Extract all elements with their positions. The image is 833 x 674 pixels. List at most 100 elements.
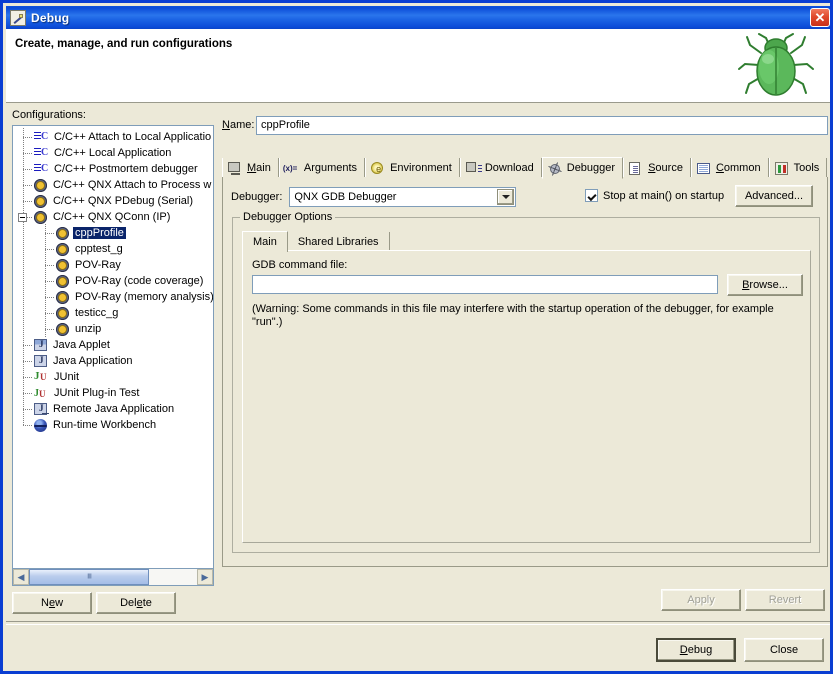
tree-item-c-c-qnx-qconn-ip[interactable]: C/C++ QNX QConn (IP) <box>13 209 214 225</box>
tab-source[interactable]: Source <box>623 158 691 178</box>
revert-button[interactable]: Revert <box>745 589 825 611</box>
tree-item-pov-ray-memory-analysis[interactable]: POV-Ray (memory analysis) <box>13 289 214 305</box>
tree-connector <box>13 289 55 305</box>
gdb-command-file-input[interactable] <box>252 275 718 294</box>
environment-icon-wrap <box>371 161 386 176</box>
tree-item-c-c-local-application[interactable]: C/C++ Local Application <box>13 145 214 161</box>
tree-item-java-applet[interactable]: Java Applet <box>13 337 214 353</box>
name-input[interactable]: cppProfile <box>256 116 828 135</box>
tree-connector <box>13 241 55 257</box>
configurations-tree[interactable]: C/C++ Attach to Local Applicatio C/C++ Lo… <box>12 125 214 569</box>
advanced-button-label: Advanced... <box>745 190 803 202</box>
cpp-icon <box>33 129 49 145</box>
scroll-right-icon[interactable]: ▶ <box>197 569 213 585</box>
tab-label: Debugger <box>567 162 615 174</box>
delete-button[interactable]: Delete <box>96 592 176 614</box>
tree-item-cpptest-g[interactable]: cpptest_g <box>13 241 214 257</box>
tab-main[interactable]: Main <box>222 158 279 178</box>
debugger-options-tab-shared-libraries[interactable]: Shared Libraries <box>288 232 390 251</box>
qnx-icon <box>56 243 69 256</box>
qnx-icon <box>56 259 69 272</box>
tab-common[interactable]: Common <box>691 158 769 178</box>
tree-item-label: testicc_g <box>74 307 118 319</box>
stop-at-main-row: Stop at main() on startup <box>585 189 724 202</box>
debugger-select-value: QNX GDB Debugger <box>294 191 396 203</box>
tree-item-c-c-qnx-pdebug-serial[interactable]: C/C++ QNX PDebug (Serial) <box>13 193 214 209</box>
tree-item-c-c-attach-to-local-applicatio[interactable]: C/C++ Attach to Local Applicatio <box>13 129 214 145</box>
tree-item-cppprofile[interactable]: cppProfile <box>13 225 214 241</box>
tree-item-testicc-g[interactable]: testicc_g <box>13 305 214 321</box>
configuration-editor: Name: cppProfile MainArgumentsEnvironmen… <box>222 109 828 586</box>
tab-label: Common <box>716 162 761 174</box>
tab-tools[interactable]: Tools <box>769 158 828 178</box>
tree-item-run-time-workbench[interactable]: Run-time Workbench <box>13 417 214 433</box>
tree-item-label: POV-Ray (memory analysis) <box>74 291 214 303</box>
tree-item-label: JUnit Plug-in Test <box>53 387 139 399</box>
close-button[interactable]: Close <box>744 638 824 662</box>
tree-item-junit-plug-in-test[interactable]: JUnit Plug-in Test <box>13 385 214 401</box>
apply-button[interactable]: Apply <box>661 589 741 611</box>
debug-pencil-icon <box>10 10 26 26</box>
gdb-command-file-label: GDB command file: <box>252 259 347 271</box>
tree-connector <box>13 225 55 241</box>
new-button[interactable]: New <box>12 592 92 614</box>
tree-connector <box>13 257 55 273</box>
gdb-warning-text: (Warning: Some commands in this file may… <box>252 303 792 329</box>
tab-debugger[interactable]: Debugger <box>542 157 623 179</box>
tree-item-c-c-postmortem-debugger[interactable]: C/C++ Postmortem debugger <box>13 161 214 177</box>
qnx-icon <box>56 275 69 288</box>
tools-icon-wrap <box>775 161 790 176</box>
tree-item-label: C/C++ Attach to Local Applicatio <box>53 131 211 143</box>
tree-connector <box>13 209 33 225</box>
tree-connector <box>13 129 33 145</box>
scroll-track[interactable] <box>149 569 197 585</box>
environment-icon <box>371 162 383 174</box>
tree-item-label: POV-Ray (code coverage) <box>74 275 203 287</box>
browse-button[interactable]: Browse... <box>727 274 803 296</box>
tree-connector <box>13 177 33 193</box>
tree-collapse-icon[interactable] <box>18 213 27 222</box>
tree-item-c-c-qnx-attach-to-process-w[interactable]: C/C++ QNX Attach to Process w <box>13 177 214 193</box>
tab-arguments[interactable]: Arguments <box>279 158 365 178</box>
tree-item-label: C/C++ QNX PDebug (Serial) <box>52 195 193 207</box>
qnx-icon <box>34 179 47 192</box>
tree-item-unzip[interactable]: unzip <box>13 321 214 337</box>
download-icon <box>466 162 476 172</box>
name-row: Name: cppProfile <box>222 115 828 135</box>
tree-connector <box>13 305 55 321</box>
debugger-select[interactable]: QNX GDB Debugger <box>289 187 516 207</box>
cpp-icon <box>33 145 49 161</box>
common-icon-wrap <box>697 161 712 176</box>
tree-item-junit[interactable]: JUnit <box>13 369 214 385</box>
configuration-tabs[interactable]: MainArgumentsEnvironmentDownload Debugger… <box>222 156 828 179</box>
tree-item-label: cpptest_g <box>74 243 123 255</box>
debugger-options-tab-main[interactable]: Main <box>242 231 288 252</box>
delete-button-label: Delete <box>120 597 152 609</box>
stop-at-main-checkbox[interactable] <box>585 189 598 202</box>
tree-horizontal-scrollbar[interactable]: ◀ ▶ <box>12 569 214 586</box>
tab-download[interactable]: Download <box>460 158 542 178</box>
tree-item-remote-java-application[interactable]: Remote Java Application <box>13 401 214 417</box>
tab-label: Tools <box>794 162 820 174</box>
tree-item-label: Java Application <box>52 355 133 367</box>
debug-dialog-window: Debug ✕ Create, manage, and run configur… <box>0 0 833 674</box>
scroll-thumb[interactable] <box>29 569 149 585</box>
chevron-down-icon[interactable] <box>497 189 514 205</box>
revert-button-label: Revert <box>769 594 801 606</box>
qnx-icon <box>56 227 69 240</box>
debugger-options-tabs[interactable]: MainShared Libraries <box>242 230 811 251</box>
debug-button[interactable]: Debug <box>656 638 736 662</box>
debugger-select-row: Debugger: QNX GDB Debugger <box>231 186 821 208</box>
scroll-left-icon[interactable]: ◀ <box>13 569 29 585</box>
tree-item-pov-ray-code-coverage[interactable]: POV-Ray (code coverage) <box>13 273 214 289</box>
tree-connector <box>13 353 33 369</box>
tree-connector <box>13 321 55 337</box>
green-bug-icon <box>737 31 815 101</box>
tree-item-pov-ray[interactable]: POV-Ray <box>13 257 214 273</box>
tree-item-java-application[interactable]: Java Application <box>13 353 214 369</box>
tab-environment[interactable]: Environment <box>365 158 460 178</box>
tree-connector <box>13 145 33 161</box>
advanced-button[interactable]: Advanced... <box>735 185 813 207</box>
close-icon[interactable]: ✕ <box>810 8 830 27</box>
tree-connector <box>13 273 55 289</box>
